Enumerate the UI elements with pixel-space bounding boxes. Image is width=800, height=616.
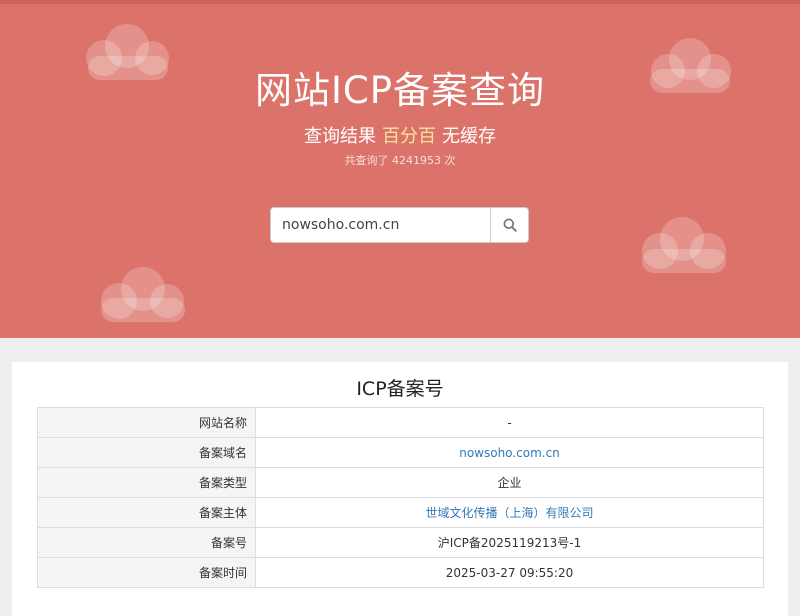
search-input[interactable] <box>271 208 490 242</box>
row-label: 网站名称 <box>37 407 256 438</box>
company-link[interactable]: 世域文化传播（上海）有限公司 <box>425 506 593 520</box>
search-box <box>270 207 529 243</box>
hero-banner: 网站ICP备案查询 查询结果 百分百 无缓存 共查询了 4241953 次 <box>0 0 800 338</box>
row-label: 备案号 <box>37 527 256 558</box>
subtitle-suffix: 无缓存 <box>442 126 496 147</box>
search-button[interactable] <box>490 208 528 242</box>
table-row: 备案号 沪ICP备2025119213号-1 <box>37 527 764 558</box>
row-value: 2025-03-27 09:55:20 <box>255 557 764 588</box>
result-card: ICP备案号 网站名称 - 备案域名 nowsoho.com.cn 备案类型 企… <box>12 362 788 616</box>
row-value: - <box>255 407 764 438</box>
row-value: 沪ICP备2025119213号-1 <box>255 527 764 558</box>
table-row: 网站名称 - <box>37 407 764 438</box>
cloud-icon <box>642 217 726 273</box>
row-label: 备案时间 <box>37 557 256 588</box>
cloud-icon <box>101 267 185 322</box>
hero-subtitle: 查询结果 百分百 无缓存 <box>0 122 800 148</box>
table-row: 备案时间 2025-03-27 09:55:20 <box>37 557 764 588</box>
row-label: 备案类型 <box>37 467 256 498</box>
query-count: 共查询了 4241953 次 <box>344 154 456 167</box>
table-row: 备案主体 世域文化传播（上海）有限公司 <box>37 497 764 528</box>
table-row: 备案类型 企业 <box>37 467 764 498</box>
row-label: 备案主体 <box>37 497 256 528</box>
page-title: 网站ICP备案查询 <box>254 69 546 112</box>
icp-info-table: 网站名称 - 备案域名 nowsoho.com.cn 备案类型 企业 备案主体 … <box>37 407 764 588</box>
row-label: 备案域名 <box>37 437 256 468</box>
table-row: 备案域名 nowsoho.com.cn <box>37 437 764 468</box>
domain-link[interactable]: nowsoho.com.cn <box>459 446 560 460</box>
search-icon <box>503 218 517 232</box>
result-title: ICP备案号 <box>356 378 444 400</box>
row-value: 企业 <box>255 467 764 498</box>
subtitle-prefix: 查询结果 <box>304 126 376 147</box>
subtitle-accent: 百分百 <box>382 126 436 147</box>
